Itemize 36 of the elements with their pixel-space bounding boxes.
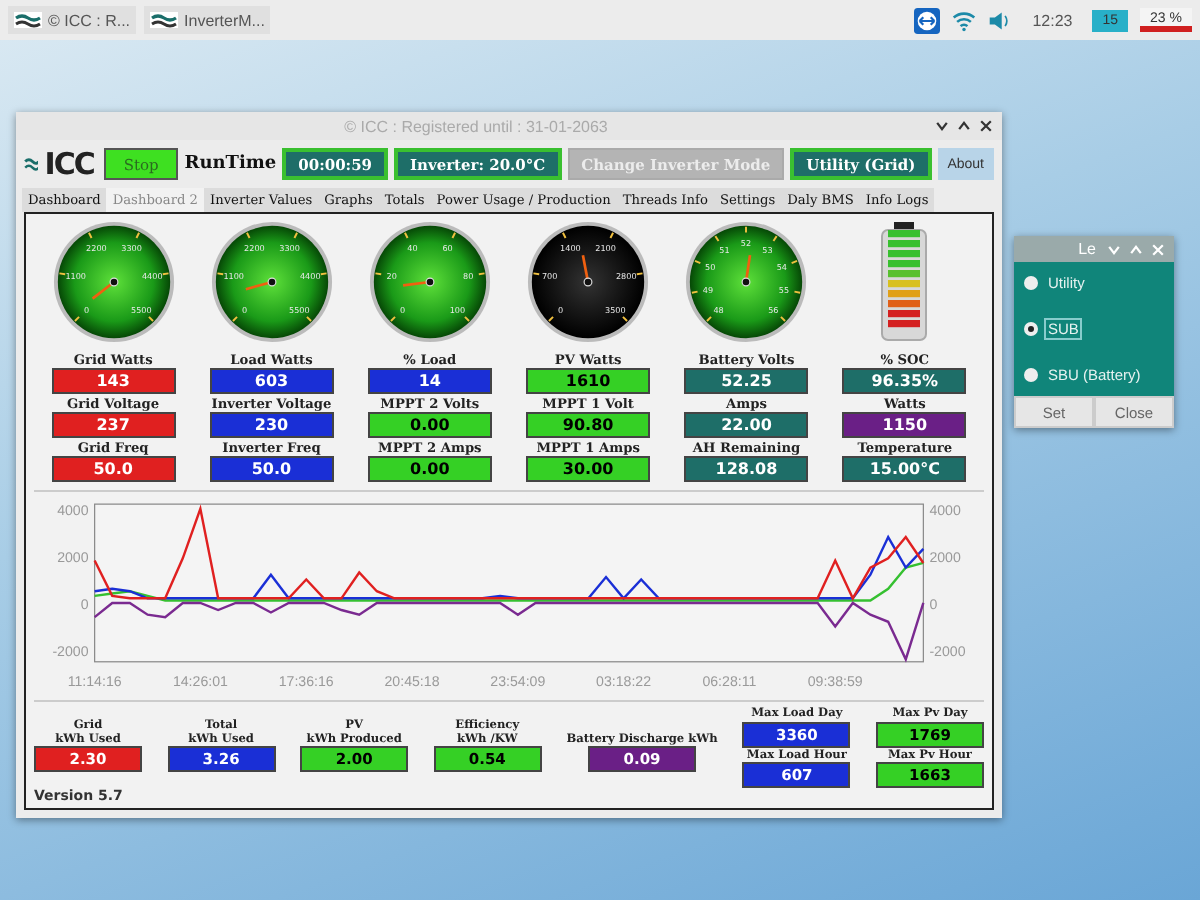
close-icon[interactable] (978, 118, 994, 134)
reading-value: 603 (209, 368, 334, 394)
reading-value: 22.00 (684, 412, 809, 438)
reading-value: 237 (51, 412, 176, 438)
volume-icon[interactable] (988, 9, 1013, 31)
clock[interactable]: 12:23 (1032, 11, 1073, 29)
reading-value: 30.00 (526, 456, 651, 482)
reading-value: 52.25 (684, 368, 809, 394)
reading-value: 15.00°C (842, 456, 967, 482)
taskbar-item[interactable]: InverterM... (144, 6, 271, 34)
chevron-up-icon[interactable] (956, 118, 972, 134)
reading-value: 14 (367, 368, 492, 394)
reading-value: 50.0 (209, 456, 334, 482)
wifi-icon[interactable] (952, 9, 977, 31)
dialog-title: Le (1078, 240, 1096, 258)
remote-arrows-icon[interactable] (914, 7, 941, 33)
app-logo: ICC (44, 146, 94, 182)
radio-button[interactable] (1024, 276, 1038, 290)
taskbar-item[interactable]: © ICC : R... (8, 6, 137, 34)
radio-button[interactable] (1024, 368, 1038, 382)
reading-value: 1610 (526, 368, 651, 394)
reading-value: 1150 (842, 412, 967, 438)
reading-value: 90.80 (526, 412, 651, 438)
reading-value: 0.00 (367, 456, 492, 482)
reading-value: 230 (209, 412, 334, 438)
window-title: © ICC : Registered until : 31-01-2063 (342, 117, 610, 135)
reading-value: 96.35% (842, 368, 967, 394)
logo-icon (150, 10, 179, 30)
reading-value: 50.0 (51, 456, 176, 482)
radio-button[interactable] (1024, 322, 1038, 336)
reading-value: 143 (51, 368, 176, 394)
chevron-down-icon[interactable] (934, 118, 950, 134)
reading-value: 0.00 (367, 412, 492, 438)
runtime-label: RunTime (184, 154, 277, 174)
reading-value: 128.08 (684, 456, 809, 482)
logo-icon (14, 10, 42, 30)
